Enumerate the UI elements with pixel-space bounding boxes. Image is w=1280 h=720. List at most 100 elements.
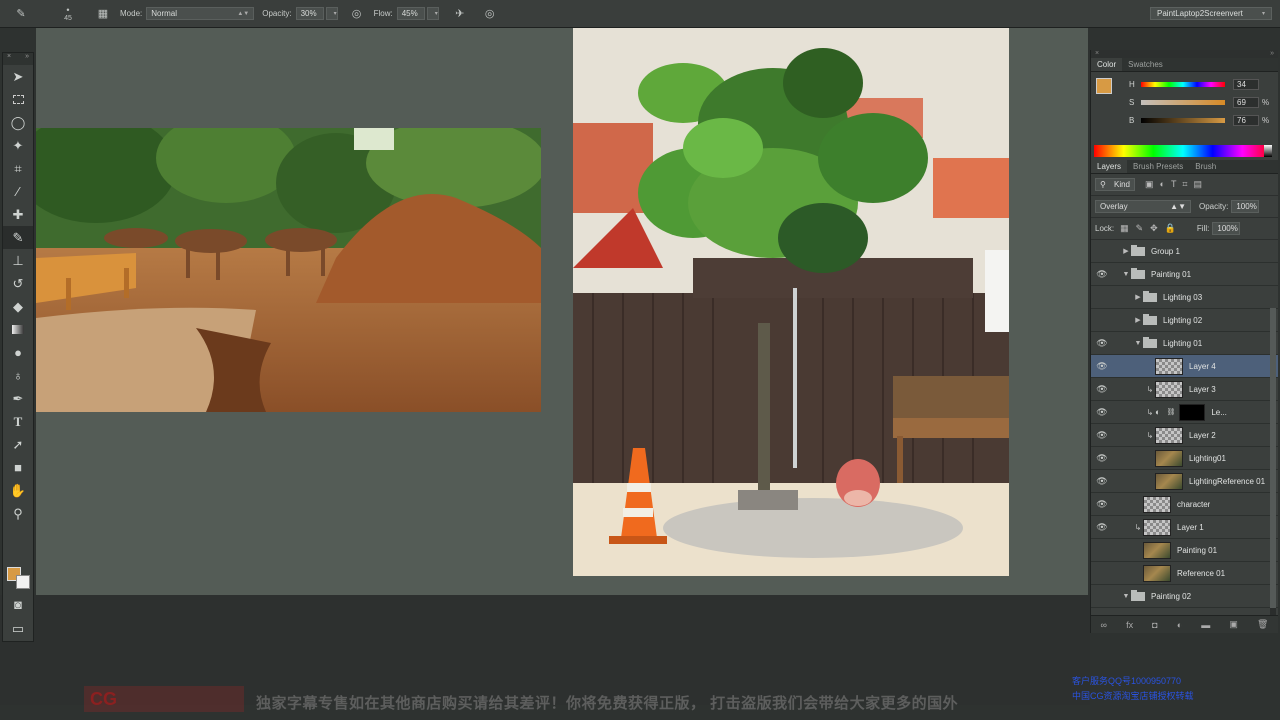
history-brush-tool[interactable]: ↺ (3, 272, 33, 295)
tab-brush-presets[interactable]: Brush Presets (1127, 160, 1189, 173)
crop-tool[interactable]: ⌗ (3, 157, 33, 180)
blur-tool[interactable]: ● (3, 341, 33, 364)
mode-dropdown[interactable]: Normal ▲▼ (146, 7, 255, 20)
new-layer-icon[interactable]: ▣ (1229, 619, 1238, 630)
hand-tool[interactable]: ✋ (3, 479, 33, 502)
painting-canvas[interactable] (573, 28, 1009, 576)
type-tool[interactable]: T (3, 410, 33, 433)
layer-row[interactable]: 👁 ▼ Painting 02 (1091, 585, 1278, 608)
background-color-swatch[interactable] (16, 575, 30, 589)
eye-icon[interactable]: 👁 (1091, 407, 1113, 418)
layer-row[interactable]: 👁 Lighting01 (1091, 447, 1278, 470)
triangle-right-icon[interactable]: ▶ (1133, 293, 1143, 301)
eye-icon[interactable]: 👁 (1091, 384, 1113, 395)
layer-row[interactable]: 👁 ▶ Lighting 03 (1091, 286, 1278, 309)
layer-row[interactable]: 👁 ▼ Lighting 01 (1091, 332, 1278, 355)
triangle-down-icon[interactable]: ▼ (1121, 593, 1131, 600)
eye-icon[interactable]: 👁 (1091, 591, 1113, 602)
zoom-tool[interactable]: ⚲ (3, 502, 33, 525)
eye-icon[interactable]: 👁 (1091, 292, 1113, 303)
scrollbar-thumb[interactable] (1270, 308, 1276, 608)
layer-row[interactable]: 👁 Layer 4 (1091, 355, 1278, 378)
layer-row[interactable]: 👁 Painting 01 (1091, 539, 1278, 562)
brightness-value[interactable]: 76 (1233, 114, 1259, 126)
eye-icon[interactable]: 👁 (1091, 568, 1113, 579)
path-select-tool[interactable]: ➚ (3, 433, 33, 456)
color-panel-foreground[interactable] (1096, 78, 1112, 94)
eraser-tool[interactable]: ◆ (3, 295, 33, 318)
layer-row[interactable]: 👁 ↳ Layer 3 (1091, 378, 1278, 401)
mask-icon[interactable]: ◘ (1152, 620, 1157, 630)
collapse-icon[interactable]: » (25, 53, 29, 65)
eye-icon[interactable]: 👁 (1091, 476, 1113, 487)
screen-mode-tool[interactable]: ▭ (3, 617, 33, 640)
layer-row[interactable]: 👁 character (1091, 493, 1278, 516)
fx-icon[interactable]: fx (1126, 620, 1133, 630)
layer-row[interactable]: 👁 Reference 01 (1091, 562, 1278, 585)
pressure-opacity-icon[interactable]: ◎ (348, 5, 366, 23)
brush-preset-icon[interactable]: ✎ (12, 5, 30, 23)
blend-mode-dropdown[interactable]: Overlay ▲▼ (1095, 200, 1191, 213)
layer-row[interactable]: 👁 ▶ Lighting 02 (1091, 309, 1278, 332)
brush-panel-toggle-icon[interactable]: ▦ (94, 5, 112, 23)
fill-field[interactable]: 100% (1212, 222, 1241, 235)
saturation-slider[interactable] (1141, 99, 1225, 105)
tab-layers[interactable]: Layers (1091, 160, 1128, 173)
hue-slider[interactable] (1141, 81, 1225, 87)
triangle-down-icon[interactable]: ▼ (1121, 271, 1131, 278)
quick-select-tool[interactable]: ✦ (3, 134, 33, 157)
dodge-tool[interactable]: ♁ (3, 364, 33, 387)
layers-scrollbar[interactable] (1270, 308, 1276, 633)
opacity-field[interactable]: 30% (295, 7, 324, 20)
eye-icon[interactable]: 👁 (1091, 499, 1113, 510)
triangle-right-icon[interactable]: ▶ (1133, 316, 1143, 324)
lock-icons[interactable]: ▦✎✥🔒 (1120, 223, 1183, 234)
brightness-slider[interactable] (1141, 117, 1225, 123)
eye-icon[interactable]: 👁 (1091, 269, 1113, 280)
layer-row[interactable]: 👁 ↳ Layer 2 (1091, 424, 1278, 447)
layer-row[interactable]: 👁 ▶ Group 1 (1091, 240, 1278, 263)
eye-icon[interactable]: 👁 (1091, 453, 1113, 464)
close-icon[interactable]: × (1095, 50, 1099, 58)
color-spectrum[interactable] (1094, 145, 1272, 157)
collapse-icon[interactable]: » (1270, 50, 1274, 58)
eye-icon[interactable]: 👁 (1091, 338, 1113, 349)
trash-icon[interactable]: 🗑 (1257, 619, 1268, 630)
layer-row[interactable]: 👁 LightingReference 01 (1091, 470, 1278, 493)
new-group-icon[interactable]: ▬ (1201, 620, 1210, 630)
quick-mask-tool[interactable]: ◙ (3, 593, 33, 616)
tab-brush[interactable]: Brush (1189, 160, 1222, 173)
layer-row[interactable]: 👁 ▼ Painting 01 (1091, 263, 1278, 286)
tab-color[interactable]: Color (1091, 58, 1123, 71)
flow-field[interactable]: 45% (396, 7, 425, 20)
link-icon[interactable]: ∞ (1101, 620, 1107, 630)
layer-filter-icons[interactable]: ▣◐T⌗▤ (1145, 179, 1208, 190)
layer-opacity-field[interactable]: 100% (1231, 200, 1260, 213)
eyedropper-tool[interactable]: ⁄ (3, 180, 33, 203)
eye-icon[interactable]: 👁 (1091, 545, 1113, 556)
stamp-tool[interactable]: ⊥ (3, 249, 33, 272)
layer-row[interactable]: 👁 ↳ ◐ ⛓ Le... (1091, 401, 1278, 424)
adjustment-icon[interactable]: ◐ (1177, 620, 1182, 630)
triangle-down-icon[interactable]: ▼ (1133, 340, 1143, 347)
pen-tool[interactable]: ✒ (3, 387, 33, 410)
shape-tool[interactable]: ■ (3, 456, 33, 479)
eye-icon[interactable]: 👁 (1091, 246, 1113, 257)
reference-photo[interactable] (36, 128, 541, 412)
eye-icon[interactable]: 👁 (1091, 361, 1113, 372)
tab-swatches[interactable]: Swatches (1122, 58, 1169, 71)
eye-icon[interactable]: 👁 (1091, 522, 1113, 533)
airbrush-icon[interactable]: ✈ (451, 5, 469, 23)
eye-icon[interactable]: 👁 (1091, 430, 1113, 441)
marquee-tool[interactable] (3, 88, 33, 111)
saturation-value[interactable]: 69 (1233, 96, 1259, 108)
triangle-right-icon[interactable]: ▶ (1121, 247, 1131, 255)
spot-heal-tool[interactable]: ✚ (3, 203, 33, 226)
eye-icon[interactable]: 👁 (1091, 315, 1113, 326)
lasso-tool[interactable]: ◯ (3, 111, 33, 134)
pressure-size-icon[interactable]: ◎ (481, 5, 499, 23)
hue-value[interactable]: 34 (1233, 78, 1259, 90)
workspace-switcher[interactable]: PaintLaptop2Screenvert ▾ (1150, 7, 1272, 20)
brush-tool[interactable]: ✎ (3, 226, 33, 249)
gradient-tool[interactable] (3, 318, 33, 341)
